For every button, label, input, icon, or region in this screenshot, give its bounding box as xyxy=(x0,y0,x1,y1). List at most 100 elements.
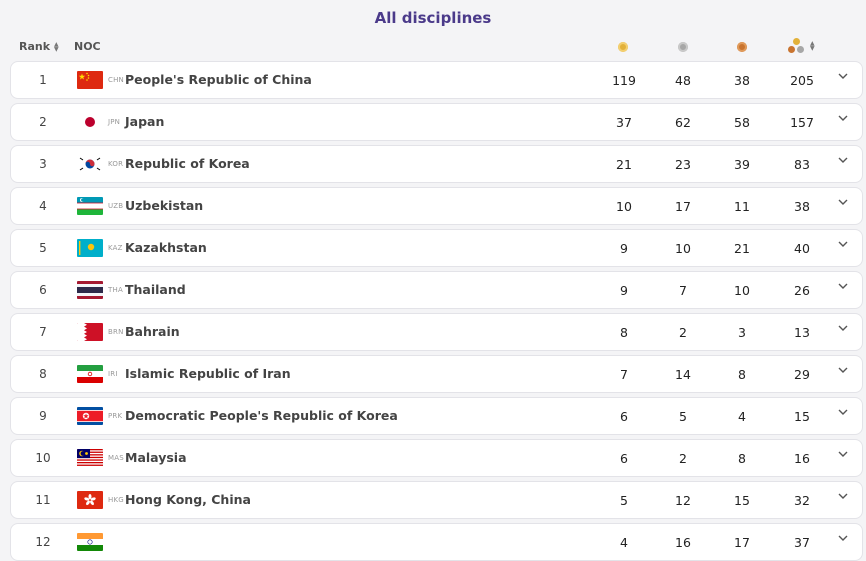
noc-header-label: NOC xyxy=(74,40,101,53)
country-name: Uzbekistan xyxy=(125,198,204,213)
country-name: Democratic People's Republic of Korea xyxy=(125,408,398,423)
bahrain-flag-icon xyxy=(77,323,103,341)
silver-medal-icon xyxy=(678,42,688,52)
total-count: 157 xyxy=(790,115,814,130)
silver-count: 16 xyxy=(675,535,691,550)
chevron-down-icon[interactable] xyxy=(837,70,849,85)
silver-count: 12 xyxy=(675,493,691,508)
chevron-down-icon[interactable] xyxy=(837,112,849,127)
bronze-count: 10 xyxy=(734,283,750,298)
chevron-down-icon[interactable] xyxy=(837,532,849,547)
bronze-medal-icon xyxy=(737,42,747,52)
gold-count: 4 xyxy=(620,535,628,550)
silver-count: 10 xyxy=(675,241,691,256)
dprk-flag-icon xyxy=(77,407,103,425)
table-row[interactable]: 5 KAZ Kazakhstan 9 10 21 40 xyxy=(10,229,863,267)
sort-icon: ▲ ▼ xyxy=(54,40,59,53)
total-count: 40 xyxy=(794,241,810,256)
table-row[interactable]: 9 PRK Democratic People's Republic of Kore… xyxy=(10,397,863,435)
country-name: Kazakhstan xyxy=(125,240,207,255)
noc-code: IRI xyxy=(108,370,118,378)
uzbekistan-flag-icon xyxy=(77,197,103,215)
table-row[interactable]: 7 BRN Bahrain 8 2 3 13 xyxy=(10,313,863,351)
hongkong-flag-icon xyxy=(77,491,103,509)
india-flag-icon xyxy=(77,533,103,551)
noc-code: JPN xyxy=(108,118,121,126)
silver-count: 62 xyxy=(675,115,691,130)
total-count: 15 xyxy=(794,409,810,424)
chevron-down-icon[interactable] xyxy=(837,406,849,421)
table-row[interactable]: 10 MAS Malaysia 6 2 8 16 xyxy=(10,439,863,477)
table-row[interactable]: 6 THA Thailand 9 7 10 26 xyxy=(10,271,863,309)
bronze-count: 8 xyxy=(738,451,746,466)
rank-value: 6 xyxy=(39,283,47,297)
table-row[interactable]: 1 CHN People's Republic of China 119 48 38 205 xyxy=(10,61,863,99)
silver-count: 2 xyxy=(679,325,687,340)
bronze-count: 39 xyxy=(734,157,750,172)
table-row[interactable]: 11 HKG Hong Kong, China 5 12 15 32 xyxy=(10,481,863,519)
rank-value: 7 xyxy=(39,325,47,339)
japan-flag-icon xyxy=(77,113,103,131)
table-row[interactable]: 12 4 16 17 37 xyxy=(10,523,863,561)
total-count: 32 xyxy=(794,493,810,508)
bronze-count: 17 xyxy=(734,535,750,550)
bronze-count: 11 xyxy=(734,199,750,214)
bronze-count: 15 xyxy=(734,493,750,508)
chevron-down-icon[interactable] xyxy=(837,490,849,505)
table-row[interactable]: 2 JPN Japan 37 62 58 157 xyxy=(10,103,863,141)
total-count: 83 xyxy=(794,157,810,172)
noc-code: UZB xyxy=(108,202,124,210)
rank-value: 11 xyxy=(35,493,51,507)
gold-count: 10 xyxy=(616,199,632,214)
total-count: 37 xyxy=(794,535,810,550)
bronze-count: 38 xyxy=(734,73,750,88)
iran-flag-icon xyxy=(77,365,103,383)
bronze-count: 21 xyxy=(734,241,750,256)
noc-code: BRN xyxy=(108,328,124,336)
rank-value: 8 xyxy=(39,367,47,381)
gold-count: 37 xyxy=(616,115,632,130)
page-title: All disciplines xyxy=(374,9,492,27)
rank-header-label: Rank xyxy=(19,40,51,53)
silver-count: 14 xyxy=(675,367,691,382)
table-row[interactable]: 8 IRI Islamic Republic of Iran 7 14 8 29 xyxy=(10,355,863,393)
gold-count: 7 xyxy=(620,367,628,382)
gold-count: 9 xyxy=(620,283,628,298)
total-count: 26 xyxy=(794,283,810,298)
rank-value: 9 xyxy=(39,409,47,423)
chevron-down-icon[interactable] xyxy=(837,280,849,295)
rank-value: 5 xyxy=(39,241,47,255)
chevron-down-icon[interactable] xyxy=(837,322,849,337)
noc-code: HKG xyxy=(108,496,124,504)
kazakhstan-flag-icon xyxy=(77,239,103,257)
silver-count: 17 xyxy=(675,199,691,214)
total-count: 38 xyxy=(794,199,810,214)
country-name: Thailand xyxy=(125,282,186,297)
gold-count: 8 xyxy=(620,325,628,340)
chevron-down-icon[interactable] xyxy=(837,238,849,253)
total-sort-button[interactable]: ▲ ▼ xyxy=(788,38,815,54)
chevron-down-icon[interactable] xyxy=(837,196,849,211)
gold-count: 6 xyxy=(620,409,628,424)
country-name: Republic of Korea xyxy=(125,156,250,171)
rank-value: 1 xyxy=(39,73,47,87)
table-row[interactable]: 4 UZB Uzbekistan 10 17 11 38 xyxy=(10,187,863,225)
table-header: Rank ▲ ▼ NOC ▲ ▼ xyxy=(0,37,866,57)
chevron-down-icon[interactable] xyxy=(837,364,849,379)
china-flag-icon xyxy=(77,71,103,89)
silver-count: 2 xyxy=(679,451,687,466)
table-row[interactable]: 3 KOR Republic of Korea 21 23 39 83 xyxy=(10,145,863,183)
country-name: Malaysia xyxy=(125,450,187,465)
total-count: 205 xyxy=(790,73,814,88)
rank-value: 4 xyxy=(39,199,47,213)
chevron-down-icon[interactable] xyxy=(837,154,849,169)
noc-code: CHN xyxy=(108,76,124,84)
chevron-down-icon[interactable] xyxy=(837,448,849,463)
total-count: 13 xyxy=(794,325,810,340)
noc-code: MAS xyxy=(108,454,124,462)
rank-sort-button[interactable]: Rank ▲ ▼ xyxy=(19,40,59,53)
silver-count: 7 xyxy=(679,283,687,298)
korea-flag-icon xyxy=(77,155,103,173)
thailand-flag-icon xyxy=(77,281,103,299)
country-name: Japan xyxy=(125,114,165,129)
